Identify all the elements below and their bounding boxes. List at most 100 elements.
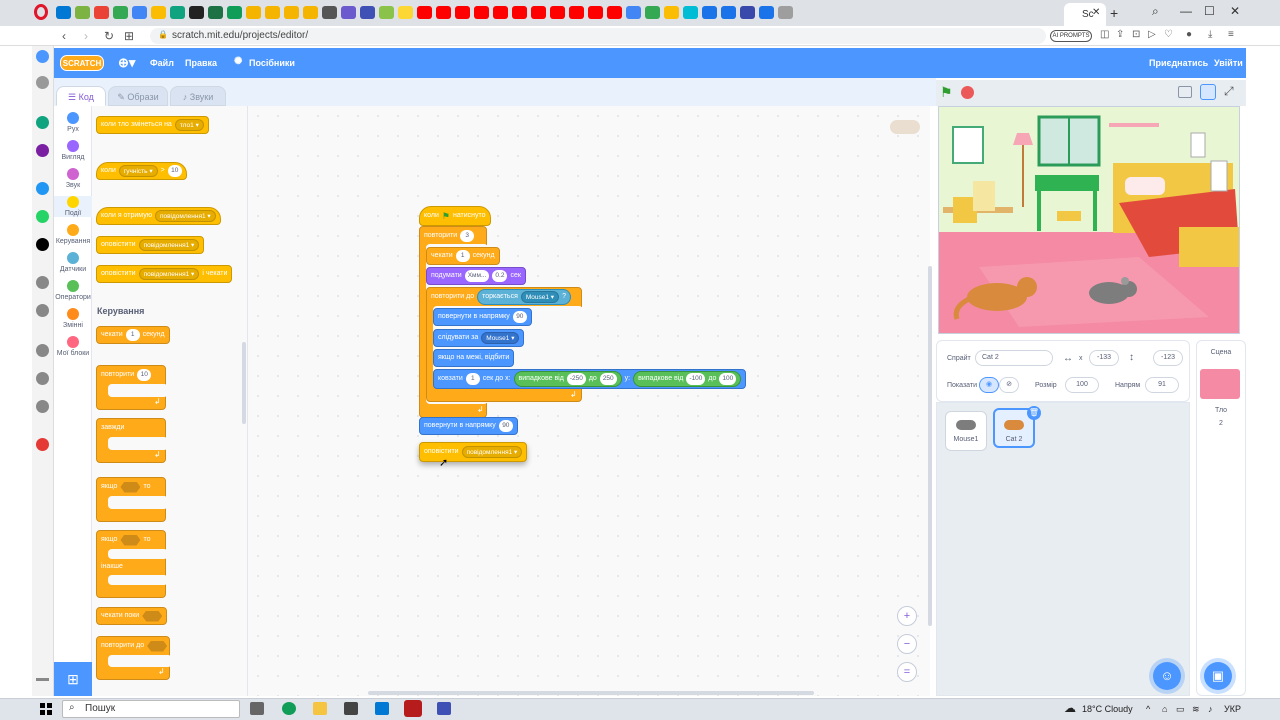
wait-input[interactable]: 1 <box>125 329 140 341</box>
category-looks[interactable]: Вигляд <box>54 140 92 161</box>
category-variables[interactable]: Змінні <box>54 308 92 329</box>
category-events[interactable]: Події <box>54 196 92 217</box>
windows-start-icon[interactable] <box>40 703 52 715</box>
app-taskbar-icon[interactable] <box>437 702 451 715</box>
new-tab-icon[interactable]: + <box>1110 5 1118 21</box>
tab-close-icon[interactable]: ✕ <box>1092 7 1100 18</box>
join-link[interactable]: Приєднатись <box>1149 58 1208 68</box>
messenger-icon[interactable] <box>36 182 49 195</box>
point-direction-block[interactable]: повернути в напрямку 90 <box>433 308 532 326</box>
broadcast-message-dropdown[interactable]: повідомлення1 <box>461 446 523 458</box>
random-y-block[interactable]: випадкове від -100 до 100 <box>633 371 742 387</box>
tab-favicon[interactable] <box>645 6 660 19</box>
tab-costumes[interactable]: ✎ Образи <box>108 86 168 106</box>
opera-logo-icon[interactable] <box>34 4 48 20</box>
whatsapp-icon[interactable] <box>36 210 49 223</box>
glide-block[interactable]: ковзати 1 сек до x: випадкове від -250 до 250… <box>433 369 747 389</box>
x-input[interactable]: -133 <box>1089 350 1119 366</box>
heart-icon[interactable] <box>36 344 49 357</box>
tab-favicon[interactable] <box>227 6 242 19</box>
backdrop-dropdown[interactable]: тло1 <box>174 119 204 131</box>
palette-scrollbar[interactable] <box>242 342 246 424</box>
tray-chevron-icon[interactable]: ^ <box>1146 704 1150 714</box>
random-x-block[interactable]: випадкове від -250 до 250 <box>513 371 622 387</box>
tab-favicon[interactable] <box>626 6 641 19</box>
volume-icon[interactable]: ♪ <box>1208 704 1213 714</box>
direction-input[interactable]: 90 <box>512 311 527 323</box>
repeat-block[interactable]: повторити 3 <box>420 227 478 245</box>
repeat-until-block[interactable]: повторити до торкаєтьсяMouse1? <box>427 288 575 306</box>
menu-edit[interactable]: Правка <box>185 58 217 68</box>
tab-favicon[interactable] <box>132 6 147 19</box>
youtube-tab-icon[interactable] <box>455 6 470 19</box>
history-icon[interactable] <box>36 372 49 385</box>
random-y-from-input[interactable]: -100 <box>686 373 706 385</box>
small-stage-icon[interactable] <box>1178 86 1192 98</box>
ai-prompts-button[interactable]: AI PROMPTS <box>1050 30 1092 42</box>
tab-favicon[interactable] <box>56 6 71 19</box>
close-window-icon[interactable]: ✕ <box>1230 4 1240 18</box>
script-vertical-scrollbar[interactable] <box>928 266 932 626</box>
zoom-reset-button[interactable]: = <box>897 662 917 682</box>
send-icon[interactable] <box>36 304 49 317</box>
think-time-input[interactable]: 0.2 <box>492 270 508 282</box>
weather-text[interactable]: 18°C Cloudy <box>1082 704 1133 714</box>
random-x-from-input[interactable]: -250 <box>566 373 586 385</box>
random-x-to-input[interactable]: 250 <box>599 373 617 385</box>
profile-icon[interactable]: ● <box>1186 29 1192 40</box>
globe-icon[interactable]: ⊕▾ <box>118 55 135 71</box>
download-icon[interactable]: ⤓ <box>1208 29 1212 40</box>
share-icon[interactable]: ⇪ <box>1116 29 1124 40</box>
wait-block[interactable]: чекати 1 секунд <box>426 247 500 265</box>
reload-icon[interactable]: ↻ <box>104 29 114 43</box>
show-visible-eye-icon[interactable]: ◉ <box>979 377 999 393</box>
stage-selector[interactable]: Сцена Тло 2 <box>1196 340 1246 696</box>
loudness-dropdown[interactable]: гучність <box>118 165 158 177</box>
maximize-icon[interactable]: ☐ <box>1204 4 1215 18</box>
touching-block[interactable]: торкаєтьсяMouse1? <box>477 289 571 305</box>
palette-when-backdrop-block[interactable]: коли тло змінеться на тло1 <box>96 116 209 134</box>
url-input[interactable]: 🔒 scratch.mit.edu/projects/editor/ <box>150 28 1046 44</box>
tab-favicon[interactable] <box>322 6 337 19</box>
repeat-input[interactable]: 10 <box>137 369 152 381</box>
tab-favicon[interactable] <box>683 6 698 19</box>
tab-code[interactable]: ☰ Код <box>56 86 106 106</box>
tab-favicon[interactable] <box>740 6 755 19</box>
condition-slot[interactable] <box>120 534 141 546</box>
battery-icon[interactable]: ▭ <box>1176 704 1185 715</box>
menu-icon[interactable]: ≡ <box>1228 29 1234 40</box>
condition-slot[interactable] <box>147 640 168 652</box>
stop-button[interactable] <box>961 86 974 99</box>
chatgpt-icon[interactable] <box>36 116 49 129</box>
follow-block[interactable]: слідувати за Mouse1 <box>433 329 525 347</box>
tiles-icon[interactable]: ⊞ <box>124 29 134 43</box>
menu-tutorials[interactable]: Посібники <box>249 58 295 68</box>
repeat-count-input[interactable]: 3 <box>460 230 475 242</box>
tab-favicon[interactable] <box>702 6 717 19</box>
minimize-icon[interactable]: — <box>1180 4 1192 18</box>
follow-target-dropdown[interactable]: Mouse1 <box>481 332 520 344</box>
script-horizontal-scrollbar[interactable] <box>368 691 814 695</box>
point-direction-block-2[interactable]: повернути в напрямку 90 <box>419 417 518 435</box>
tab-favicon[interactable] <box>265 6 280 19</box>
palette-broadcast-wait-block[interactable]: оповіститиповідомлення1і чекати <box>96 265 233 283</box>
sprite-name-input[interactable]: Cat 2 <box>975 350 1053 366</box>
store-icon[interactable] <box>344 702 358 715</box>
language-indicator[interactable]: УКР <box>1224 704 1241 714</box>
explorer-icon[interactable] <box>313 702 327 715</box>
tab-favicon[interactable] <box>75 6 90 19</box>
size-input[interactable]: 100 <box>1065 377 1099 393</box>
stage-canvas[interactable] <box>938 106 1240 334</box>
search-tabs-icon[interactable]: ⌕ <box>1152 4 1159 19</box>
palette-wait-block[interactable]: чекати 1 секунд <box>96 326 170 344</box>
taskbar-search[interactable]: ⌕ Пошук <box>62 700 240 718</box>
tab-favicon[interactable] <box>379 6 394 19</box>
direction-input[interactable]: 91 <box>1145 377 1179 393</box>
gear-icon[interactable] <box>36 400 49 413</box>
youtube-tab-icon[interactable] <box>531 6 546 19</box>
script-area[interactable] <box>248 106 930 696</box>
condition-slot[interactable] <box>120 481 141 493</box>
tab-favicon[interactable] <box>341 6 356 19</box>
random-y-to-input[interactable]: 100 <box>719 373 737 385</box>
category-motion[interactable]: Рух <box>54 112 92 133</box>
